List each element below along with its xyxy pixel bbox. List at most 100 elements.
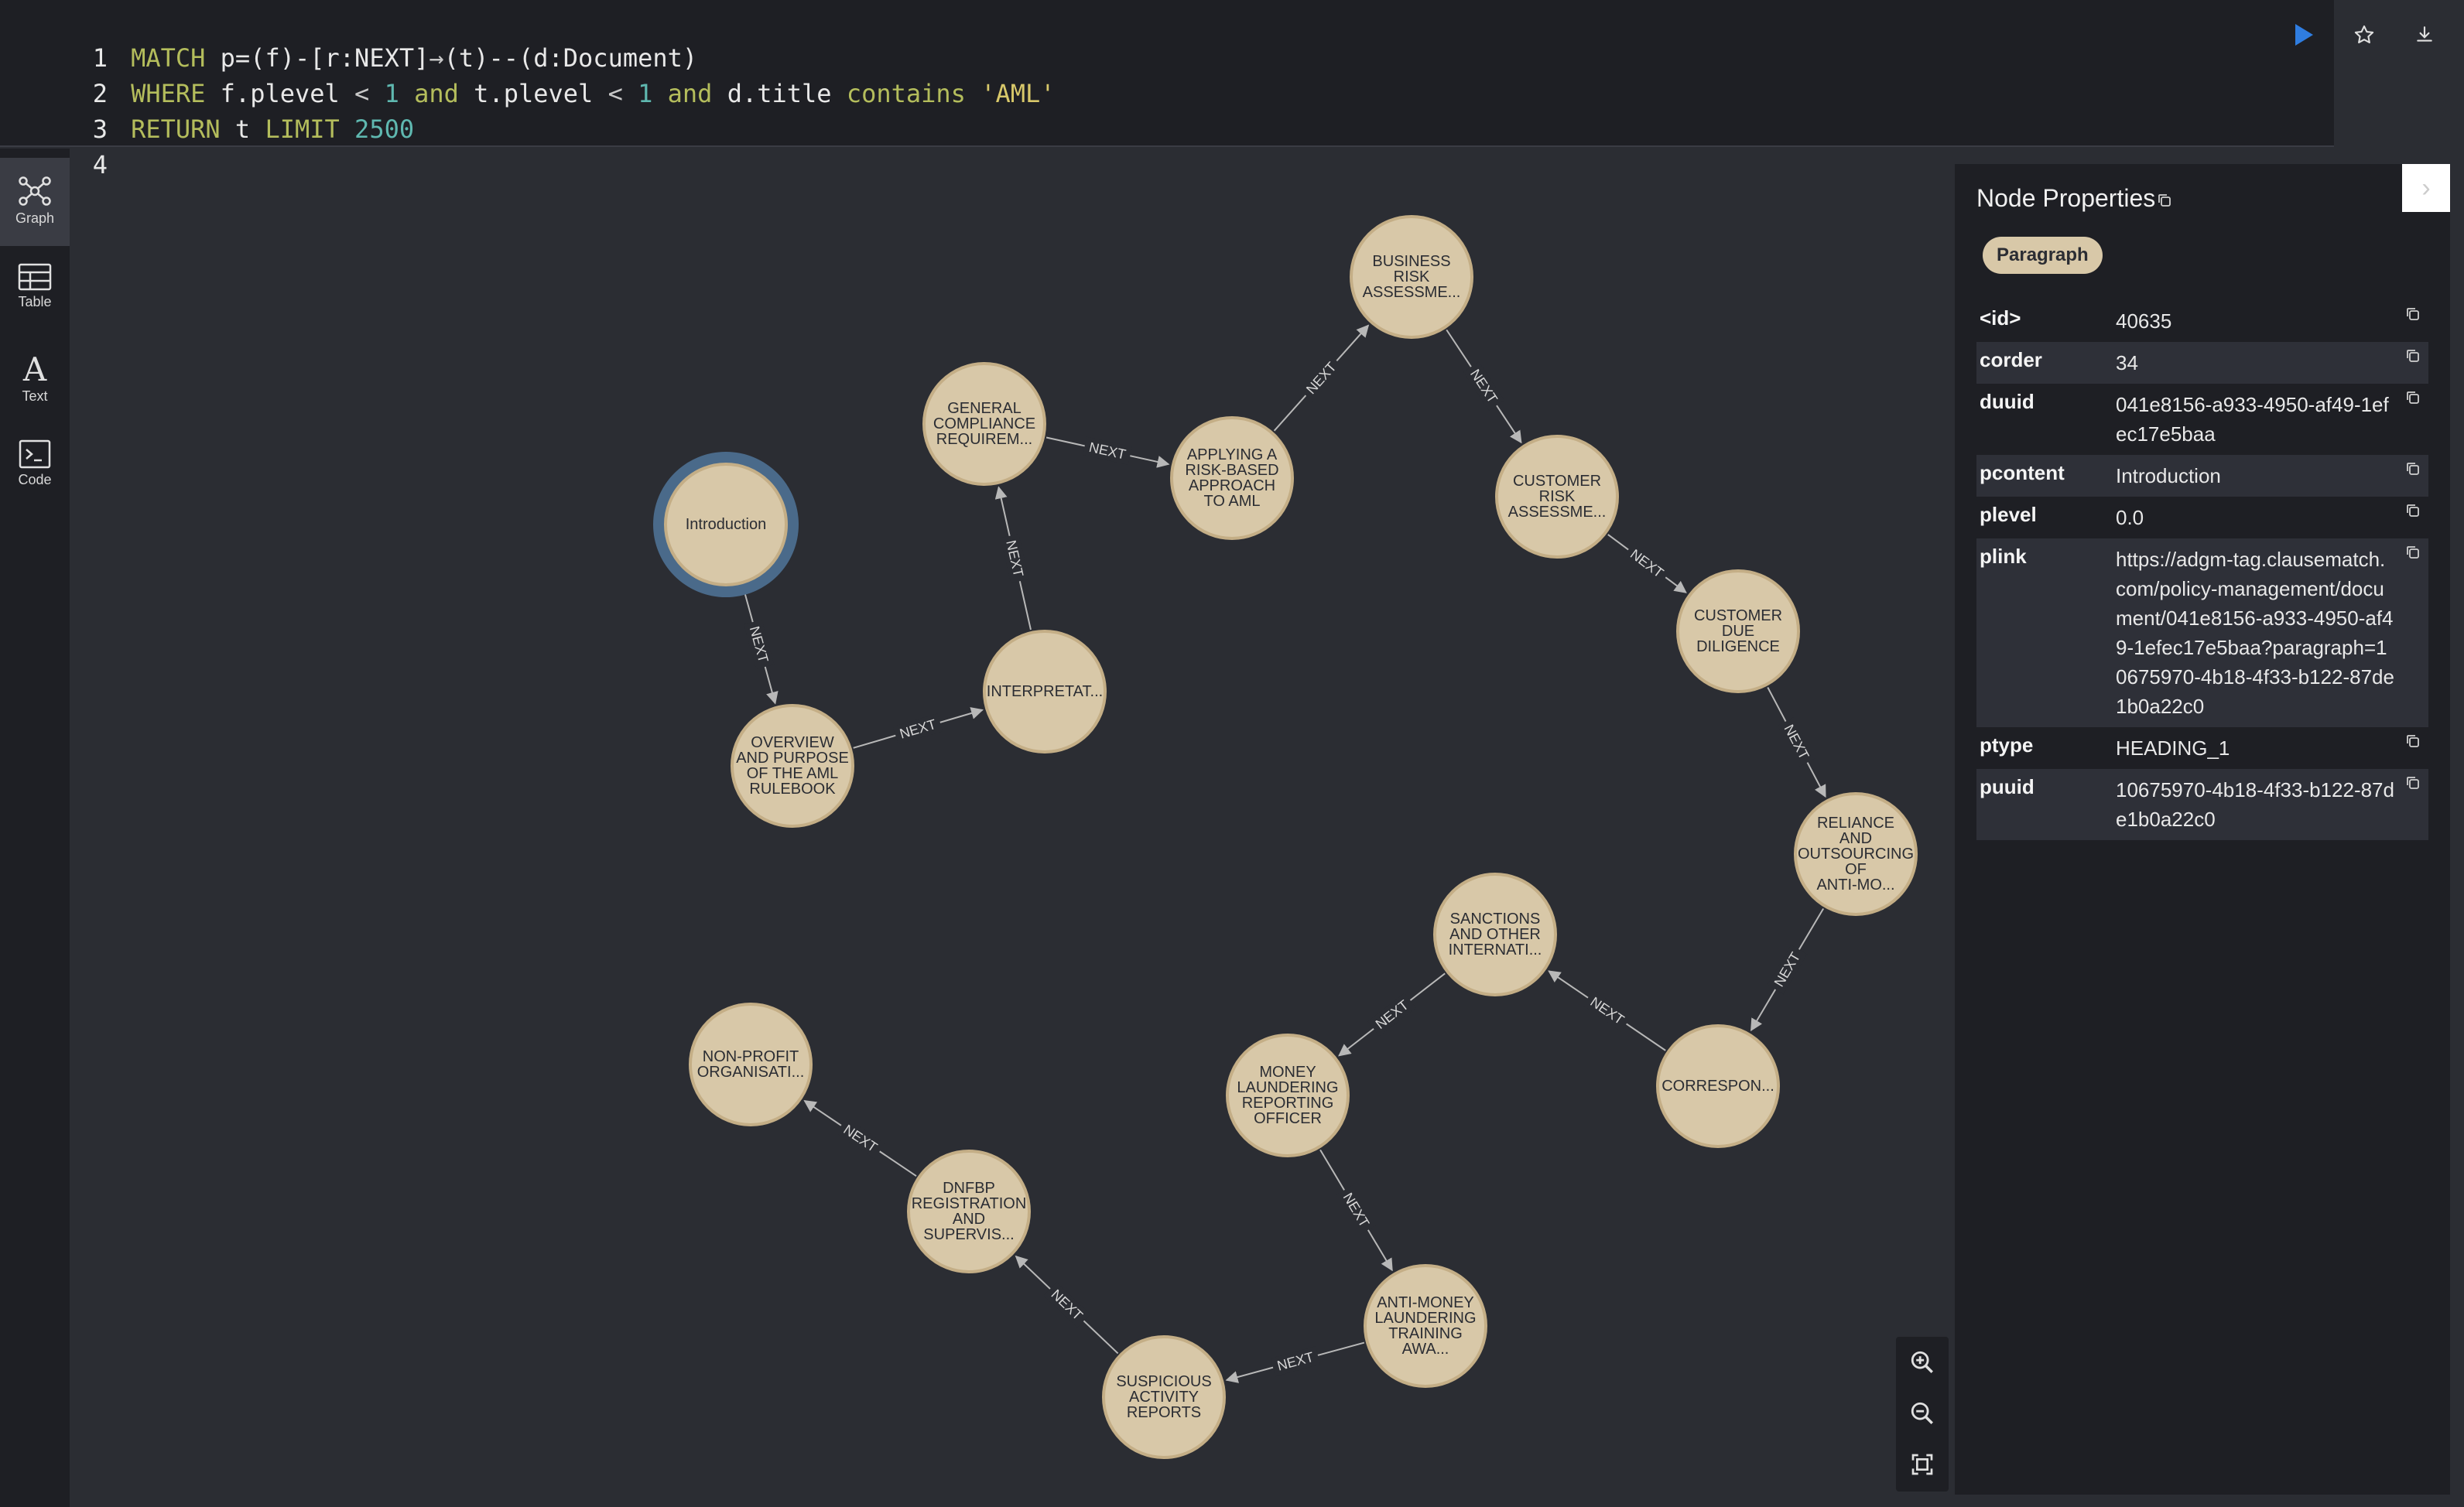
property-value: 34	[2116, 351, 2138, 374]
node-caption: INTERPRETAT...	[987, 683, 1103, 700]
relationship-label: NEXT	[1467, 367, 1501, 406]
graph-node-cdd[interactable]: CUSTOMERDUEDILIGENCE	[1676, 569, 1800, 693]
graph-node-dnfbp[interactable]: DNFBPREGISTRATIONANDSUPERVIS...	[907, 1150, 1031, 1273]
node-caption: RISK	[1539, 488, 1576, 505]
view-sidebar: Graph Table A Text Code	[0, 149, 70, 1507]
relationship-next[interactable]: NEXT	[1225, 1341, 1365, 1383]
editor-toolbar	[2288, 19, 2441, 51]
zoom-controls	[1896, 1337, 1949, 1492]
fit-view-button[interactable]	[1896, 1439, 1949, 1490]
graph-node-sanctions[interactable]: SANCTIONSAND OTHERINTERNATI...	[1433, 873, 1557, 996]
run-button[interactable]	[2288, 19, 2320, 51]
zoom-in-button[interactable]	[1896, 1337, 1949, 1388]
query-editor[interactable]: 1 MATCH p=(f)-[r:NEXT]→(t)--(d:Document) …	[0, 0, 2334, 179]
graph-canvas[interactable]: NEXT NEXT NEXT NEXT NEXT NEXT NEXT NEXT NEXT NEXT…	[70, 149, 1955, 1507]
graph-icon	[19, 176, 51, 206]
label-badge[interactable]: Paragraph	[1983, 237, 2103, 274]
copy-icon[interactable]	[2157, 193, 2172, 208]
relationship-next[interactable]: NEXT	[1767, 687, 1826, 798]
property-key: pcontent	[1980, 461, 2065, 484]
chevron-right-icon: ›	[2421, 173, 2431, 203]
node-caption: CORRESPON...	[1661, 1078, 1774, 1095]
relationship-next[interactable]: NEXT	[853, 707, 984, 749]
graph-node-introduction[interactable]: Introduction	[653, 452, 799, 597]
graph-node-business[interactable]: BUSINESSRISKASSESSME...	[1350, 215, 1473, 339]
node-caption: AND	[1839, 830, 1872, 847]
relationship-next[interactable]: NEXT	[1338, 972, 1446, 1057]
graph-svg[interactable]: NEXT NEXT NEXT NEXT NEXT NEXT NEXT NEXT NEXT NEXT…	[70, 149, 1955, 1507]
node-caption: RISK	[1394, 268, 1430, 285]
editor-line-2: 2 WHERE f.plevel < 1 and t.plevel < 1 and…	[0, 40, 1056, 108]
property-key: <id>	[1980, 306, 2021, 330]
property-key: plevel	[1980, 503, 2037, 526]
graph-node-aml-training[interactable]: ANTI-MONEYLAUNDERINGTRAININGAWA...	[1364, 1264, 1487, 1388]
keyword: RETURN	[131, 114, 221, 144]
zoom-out-button[interactable]	[1896, 1388, 1949, 1439]
relationship-next[interactable]: NEXT	[1446, 329, 1522, 444]
graph-node-applying[interactable]: APPLYING ARISK-BASEDAPPROACHTO AML	[1170, 416, 1294, 540]
graph-node-mlro[interactable]: MONEYLAUNDERINGREPORTINGOFFICER	[1226, 1034, 1350, 1157]
copy-icon[interactable]	[2405, 461, 2421, 477]
node-caption: AWA...	[1402, 1341, 1449, 1358]
node-caption: RULEBOOK	[749, 781, 836, 798]
relationship-next[interactable]: NEXT	[1548, 970, 1666, 1051]
download-button[interactable]	[2408, 19, 2441, 51]
number: 1	[622, 79, 653, 108]
node-caption: MONEY	[1259, 1064, 1316, 1081]
view-label: Table	[18, 294, 52, 309]
copy-icon[interactable]	[2405, 775, 2421, 791]
node-caption: AND PURPOSE	[736, 750, 849, 767]
editor-line-3: 3 RETURN t LIMIT 2500	[0, 76, 414, 144]
editor-line-4: 4	[0, 111, 131, 179]
operator: <	[607, 79, 623, 108]
relationship-next[interactable]: NEXT	[803, 1100, 917, 1177]
node-caption: ANTI-MO...	[1816, 877, 1894, 894]
node-caption: OF THE AML	[747, 765, 839, 782]
graph-node-customer-risk[interactable]: CUSTOMERRISKASSESSME...	[1495, 435, 1619, 559]
graph-node-correspon[interactable]: CORRESPON...	[1656, 1024, 1780, 1148]
relationship-next[interactable]: NEXT	[1750, 908, 1825, 1032]
graph-node-sar[interactable]: SUSPICIOUSACTIVITYREPORTS	[1102, 1335, 1226, 1459]
node-caption: LAUNDERING	[1237, 1079, 1338, 1096]
copy-icon[interactable]	[2405, 348, 2421, 364]
node-caption: REPORTING	[1242, 1095, 1334, 1112]
node-caption: SUSPICIOUS	[1116, 1373, 1211, 1390]
property-value: HEADING_1	[2116, 736, 2230, 760]
view-table-button[interactable]: Table	[0, 246, 70, 334]
graph-node-general[interactable]: GENERALCOMPLIANCEREQUIREM...	[922, 362, 1046, 486]
node-caption: Introduction	[686, 516, 767, 533]
favorite-button[interactable]	[2348, 19, 2380, 51]
view-graph-button[interactable]: Graph	[0, 158, 70, 246]
collapse-panel-button[interactable]: ›	[2402, 164, 2450, 212]
keyword: LIMIT	[265, 114, 340, 144]
graph-node-interpretat[interactable]: INTERPRETAT...	[983, 630, 1107, 754]
editor-line-1: 1 MATCH p=(f)-[r:NEXT]→(t)--(d:Document)	[0, 5, 697, 73]
copy-icon[interactable]	[2405, 503, 2421, 518]
copy-icon[interactable]	[2405, 390, 2421, 405]
relationship-next[interactable]: NEXT	[1015, 1255, 1119, 1355]
node-caption: CUSTOMER	[1694, 607, 1782, 624]
node-caption: AND OTHER	[1449, 926, 1541, 943]
graph-node-npo[interactable]: NON-PROFITORGANISATI...	[689, 1003, 813, 1126]
view-code-button[interactable]: Code	[0, 422, 70, 511]
play-icon	[2295, 24, 2313, 46]
property-value: 10675970-4b18-4f33-b122-87de1b0a22c0	[2116, 778, 2394, 831]
relationship-next[interactable]: NEXT	[741, 585, 779, 705]
relationship-next[interactable]: NEXT	[1319, 1149, 1393, 1272]
view-text-button[interactable]: A Text	[0, 334, 70, 422]
relationship-next[interactable]: NEXT	[1607, 534, 1687, 593]
graph-node-overview[interactable]: OVERVIEWAND PURPOSEOF THE AMLRULEBOOK	[731, 704, 854, 828]
property-value: https://adgm-tag.clausematch.com/policy-…	[2116, 548, 2394, 718]
copy-icon[interactable]	[2405, 545, 2421, 560]
copy-icon[interactable]	[2405, 306, 2421, 322]
copy-icon[interactable]	[2405, 733, 2421, 749]
property-key: puuid	[1980, 775, 2035, 798]
graph-node-reliance[interactable]: RELIANCEANDOUTSOURCINGOFANTI-MO...	[1794, 792, 1918, 916]
relationship-next[interactable]: NEXT	[1045, 436, 1170, 468]
relationship-next[interactable]: NEXT	[1273, 324, 1370, 432]
zoom-in-icon	[1911, 1351, 1933, 1373]
relationship-next[interactable]: NEXT	[994, 486, 1032, 630]
node-caption: LAUNDERING	[1374, 1310, 1476, 1327]
node-caption: NON-PROFIT	[703, 1048, 799, 1065]
node-caption: APPLYING A	[1187, 446, 1278, 463]
